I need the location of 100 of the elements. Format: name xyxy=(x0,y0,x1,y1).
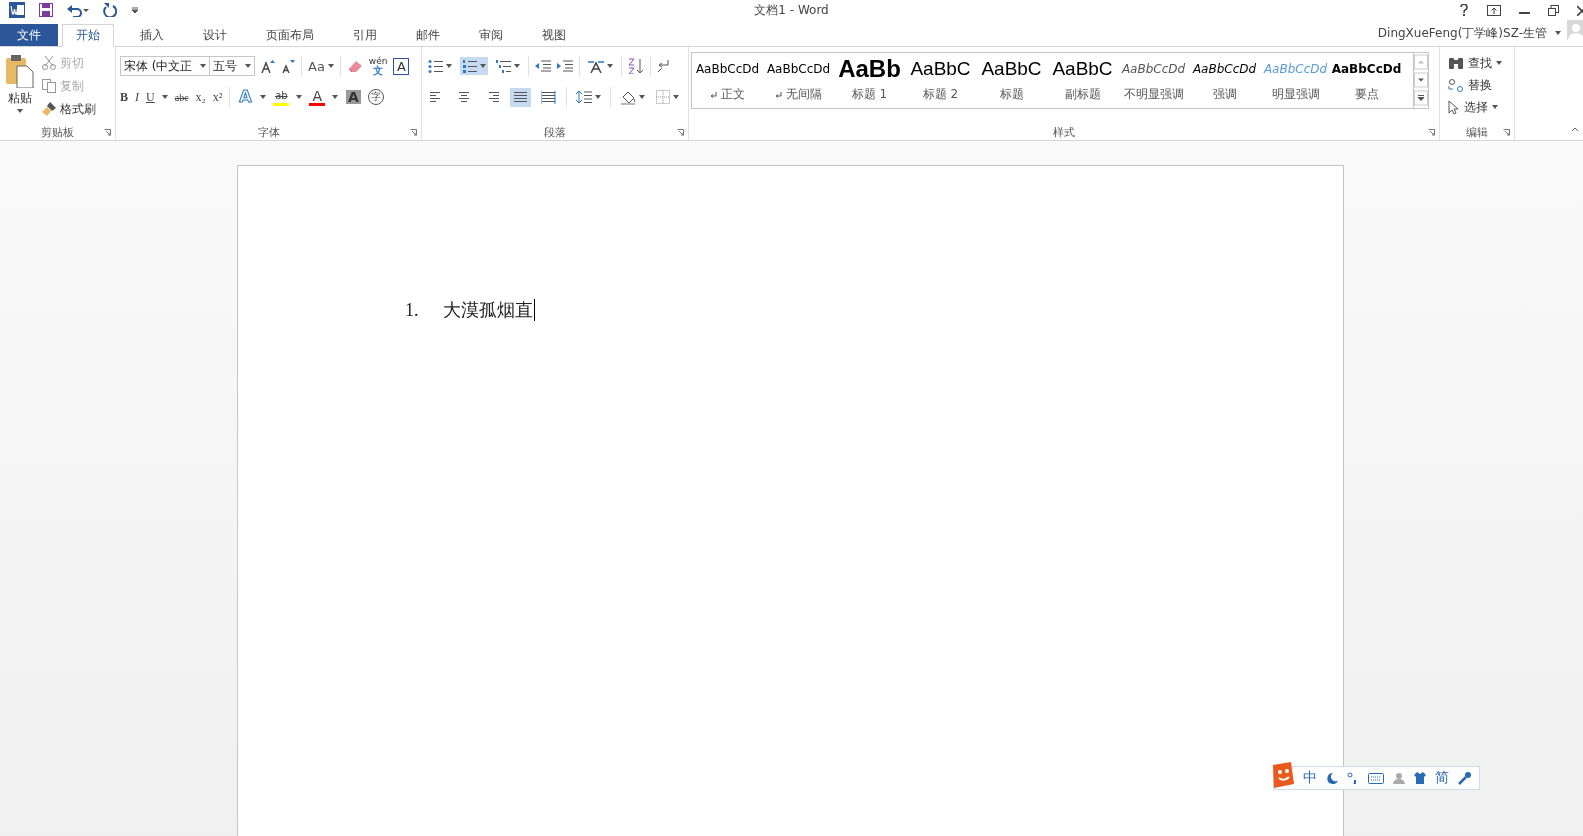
group-label: 段落 xyxy=(544,124,566,140)
script-toggle[interactable]: 简 xyxy=(1435,769,1449,787)
brush-icon xyxy=(42,102,56,116)
grow-font-icon[interactable] xyxy=(261,59,275,73)
scissors-icon xyxy=(42,56,56,70)
shirt-icon[interactable] xyxy=(1414,772,1426,784)
style-item[interactable]: AaBbC 副标题 xyxy=(1047,53,1118,108)
dropdown-arrow-icon[interactable] xyxy=(332,95,339,99)
style-item[interactable]: AaBbCcDd 强调 xyxy=(1189,53,1260,108)
strike-button[interactable]: abc xyxy=(174,91,189,103)
paragraph-marks-icon[interactable] xyxy=(657,59,669,73)
style-item[interactable]: AaBbCcDd 要点 xyxy=(1331,53,1402,108)
find-button[interactable]: 查找 xyxy=(1448,54,1502,72)
style-item[interactable]: AaBbCcDd 明显强调 xyxy=(1260,53,1331,108)
text-effects-button[interactable]: A xyxy=(237,90,254,104)
format-painter-button[interactable]: 格式刷 xyxy=(42,100,96,118)
ribbon-tab[interactable]: 页面布局 xyxy=(253,24,327,46)
customize-icon[interactable] xyxy=(131,6,139,14)
change-case-button[interactable]: Aa xyxy=(308,58,334,74)
ime-logo-icon xyxy=(1270,762,1294,788)
input-mode-toggle[interactable]: 中 xyxy=(1303,769,1317,787)
dropdown-arrow-icon[interactable] xyxy=(1555,31,1561,35)
file-tab[interactable]: 文件 xyxy=(0,24,58,46)
paste-button[interactable]: 粘贴 xyxy=(4,52,36,124)
shrink-font-icon[interactable] xyxy=(281,59,295,73)
wrench-icon[interactable] xyxy=(1458,771,1471,785)
keyboard-icon[interactable] xyxy=(1368,772,1384,784)
dialog-launcher-icon[interactable] xyxy=(410,129,417,136)
more-icon[interactable] xyxy=(1414,89,1428,107)
highlight-button[interactable]: ab xyxy=(273,88,290,106)
font-name-field[interactable]: 宋体 (中文正 xyxy=(120,56,210,76)
ribbon-tab[interactable]: 审阅 xyxy=(466,24,516,46)
dropdown-arrow-icon[interactable] xyxy=(260,95,267,99)
font-color-button[interactable]: A xyxy=(309,88,326,106)
dialog-launcher-icon[interactable] xyxy=(677,129,684,136)
ribbon-tab[interactable]: 开始 xyxy=(62,24,114,47)
line-spacing-button[interactable] xyxy=(574,88,603,106)
group-label: 剪贴板 xyxy=(41,124,74,140)
select-button[interactable]: 选择 xyxy=(1448,98,1502,116)
bullets-button[interactable] xyxy=(426,57,454,75)
account-name[interactable]: DingXueFeng(丁学峰)SZ-生管 xyxy=(1377,24,1547,42)
dialog-launcher-icon[interactable] xyxy=(1428,129,1435,136)
style-item[interactable]: AaBbC 标题 xyxy=(976,53,1047,108)
italic-button[interactable]: I xyxy=(135,89,139,105)
dropdown-arrow-icon xyxy=(1496,61,1502,65)
window-title: 文档1 - Word xyxy=(754,2,829,19)
dropdown-arrow-icon xyxy=(514,64,520,68)
dialog-launcher-icon[interactable] xyxy=(1503,129,1510,136)
dropdown-arrow-icon xyxy=(17,109,23,113)
sub-button[interactable]: x₂ xyxy=(195,89,206,105)
style-item[interactable]: AaBbC 标题 2 xyxy=(905,53,976,108)
ribbon-tab[interactable]: 插入 xyxy=(127,24,177,46)
copy-icon xyxy=(42,79,56,93)
numbered-list-icon xyxy=(462,59,477,73)
font-size-field[interactable]: 五号 xyxy=(209,56,255,76)
undo-icon[interactable] xyxy=(67,3,89,17)
phonetic-guide-button[interactable]: wén 文 xyxy=(368,57,388,75)
list-number: 1. xyxy=(405,299,420,321)
borders-button[interactable] xyxy=(654,88,681,106)
character-border-button[interactable]: A xyxy=(393,57,410,75)
align-justify-icon xyxy=(513,90,528,104)
ribbon-tab[interactable]: 邮件 xyxy=(403,24,453,46)
style-item[interactable]: AaBbCcDd 正文 xyxy=(692,53,763,108)
collapse-ribbon-icon[interactable] xyxy=(1571,126,1579,132)
style-item[interactable]: AaBbCcDd 无间隔 xyxy=(763,53,834,108)
decrease-indent-icon[interactable] xyxy=(535,60,551,72)
scroll-down-icon[interactable] xyxy=(1414,71,1428,89)
ribbon-tab[interactable]: 视图 xyxy=(529,24,579,46)
app-logo-icon[interactable] xyxy=(9,2,25,18)
dialog-launcher-icon[interactable] xyxy=(104,129,111,136)
style-item[interactable]: AaBbCcDd 不明显强调 xyxy=(1118,53,1189,108)
punctuation-icon[interactable] xyxy=(1347,772,1359,784)
dropdown-arrow-icon[interactable] xyxy=(296,95,303,99)
multilevel-list-button[interactable] xyxy=(494,57,522,75)
ribbon-display-icon[interactable] xyxy=(1487,4,1501,16)
ribbon-tab[interactable]: 引用 xyxy=(340,24,390,46)
dropdown-arrow-icon[interactable] xyxy=(161,95,168,99)
dropdown-arrow-icon xyxy=(639,95,645,99)
text-scaling-icon xyxy=(588,59,604,73)
redo-icon[interactable] xyxy=(103,3,117,17)
character-shading-button[interactable]: A xyxy=(345,90,362,104)
underline-button[interactable]: U xyxy=(146,89,155,105)
replace-button[interactable]: 替换 xyxy=(1448,76,1502,94)
dropdown-arrow-icon xyxy=(1492,105,1498,109)
dropdown-arrow-icon xyxy=(446,64,452,68)
group-label: 编辑 xyxy=(1466,124,1488,140)
sup-button[interactable]: x² xyxy=(212,89,223,105)
text-cursor xyxy=(534,299,535,321)
moon-icon[interactable] xyxy=(1326,772,1338,784)
ribbon-tab[interactable]: 设计 xyxy=(190,24,240,46)
bold-button[interactable]: B xyxy=(120,89,128,105)
style-item[interactable]: AaBb 标题 1 xyxy=(834,53,905,108)
sort-icon[interactable] xyxy=(628,58,644,74)
increase-indent-icon[interactable] xyxy=(557,60,573,72)
save-icon[interactable] xyxy=(39,3,53,17)
numbering-button[interactable] xyxy=(460,57,488,75)
restore-icon[interactable] xyxy=(1548,4,1559,16)
align-justify-button[interactable] xyxy=(510,87,531,107)
help-icon[interactable] xyxy=(1459,4,1469,16)
multilevel-list-icon xyxy=(496,59,511,73)
